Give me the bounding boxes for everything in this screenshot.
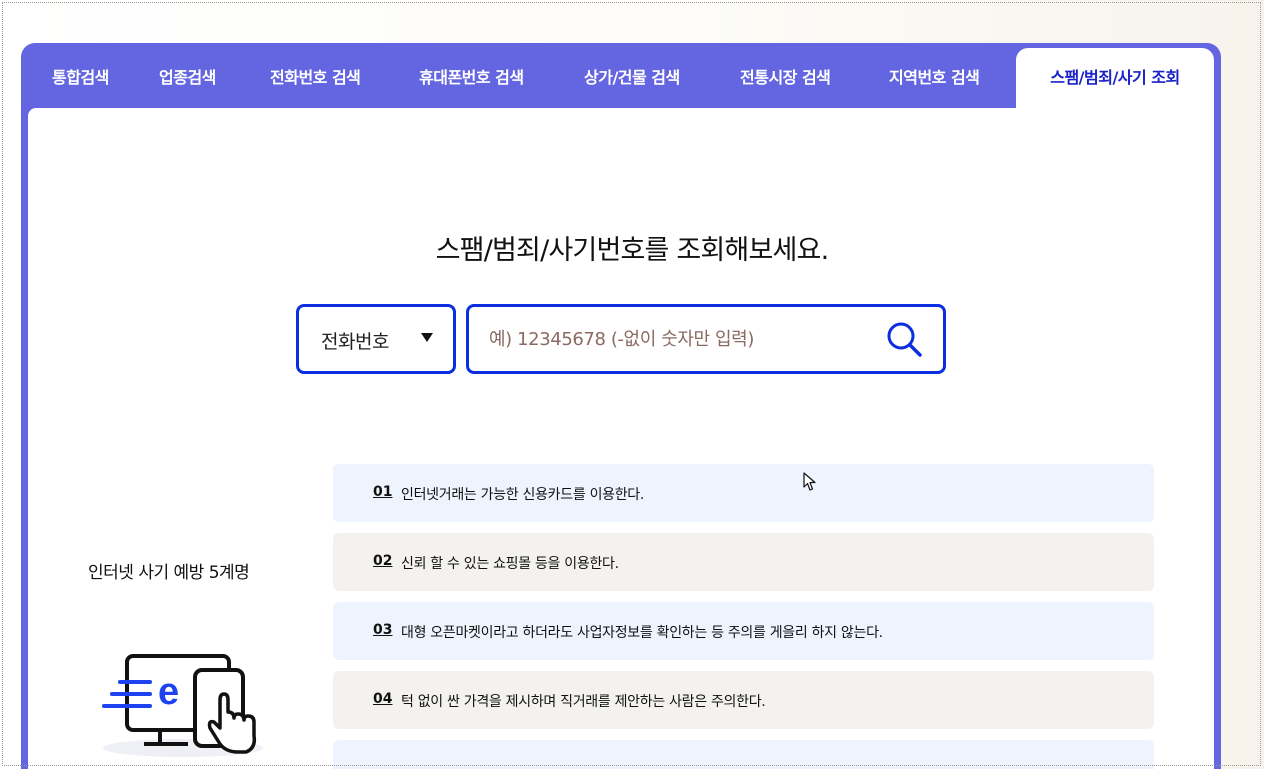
list-item: 02 신뢰 할 수 있는 쇼핑몰 등을 이용한다. — [333, 533, 1154, 591]
tab-mobile-search[interactable]: 휴대폰번호 검색 — [419, 48, 524, 108]
tab-market-search[interactable]: 전통시장 검색 — [740, 48, 831, 108]
tab-spam-fraud-lookup[interactable]: 스팸/범죄/사기 조회 — [1016, 48, 1214, 108]
search-input[interactable] — [489, 321, 869, 357]
tab-area-code-search[interactable]: 지역번호 검색 — [889, 48, 980, 108]
tip-number: 04 — [373, 691, 393, 707]
mouse-pointer-icon — [803, 472, 817, 492]
tab-bar: 통합검색 업종검색 전화번호 검색 휴대폰번호 검색 상가/건물 검색 전통시장… — [21, 48, 1221, 108]
tip-text: 턱 없이 싼 가격을 제시하며 직거래를 제안하는 사람은 주의한다. — [401, 694, 766, 710]
tab-store-building-search[interactable]: 상가/건물 검색 — [584, 48, 680, 108]
tab-industry-search[interactable]: 업종검색 — [159, 48, 216, 108]
tab-integrated-search[interactable]: 통합검색 — [52, 48, 109, 108]
search-type-select[interactable]: 전화번호 — [296, 304, 456, 374]
list-item: 04 턱 없이 싼 가격을 제시하며 직거래를 제안하는 사람은 주의한다. — [333, 671, 1154, 729]
svg-text:e: e — [158, 671, 179, 713]
search-field — [466, 304, 946, 374]
list-item: 03 대형 오픈마켓이라고 하더라도 사업자정보를 확인하는 등 주의를 게을리… — [333, 602, 1154, 660]
list-item: 01 인터넷거래는 가능한 신용카드를 이용한다. — [333, 464, 1154, 522]
online-shopping-illustration: e — [98, 648, 268, 758]
tab-phone-search[interactable]: 전화번호 검색 — [270, 48, 361, 108]
search-icon[interactable] — [885, 320, 925, 360]
tip-number: 02 — [373, 553, 393, 569]
tip-text: 대형 오픈마켓이라고 하더라도 사업자정보를 확인하는 등 주의를 게을리 하지… — [401, 625, 883, 641]
tip-number: 01 — [373, 484, 393, 500]
list-item — [333, 740, 1154, 769]
tip-text: 인터넷거래는 가능한 신용카드를 이용한다. — [401, 487, 645, 503]
tip-number: 03 — [373, 622, 393, 638]
search-type-selected: 전화번호 — [321, 331, 389, 353]
caret-down-icon — [421, 333, 433, 342]
page-title: 스팸/범죄/사기번호를 조회해보세요. — [435, 235, 830, 266]
tips-title: 인터넷 사기 예방 5계명 — [88, 563, 250, 583]
tip-text: 신뢰 할 수 있는 쇼핑몰 등을 이용한다. — [401, 556, 619, 572]
